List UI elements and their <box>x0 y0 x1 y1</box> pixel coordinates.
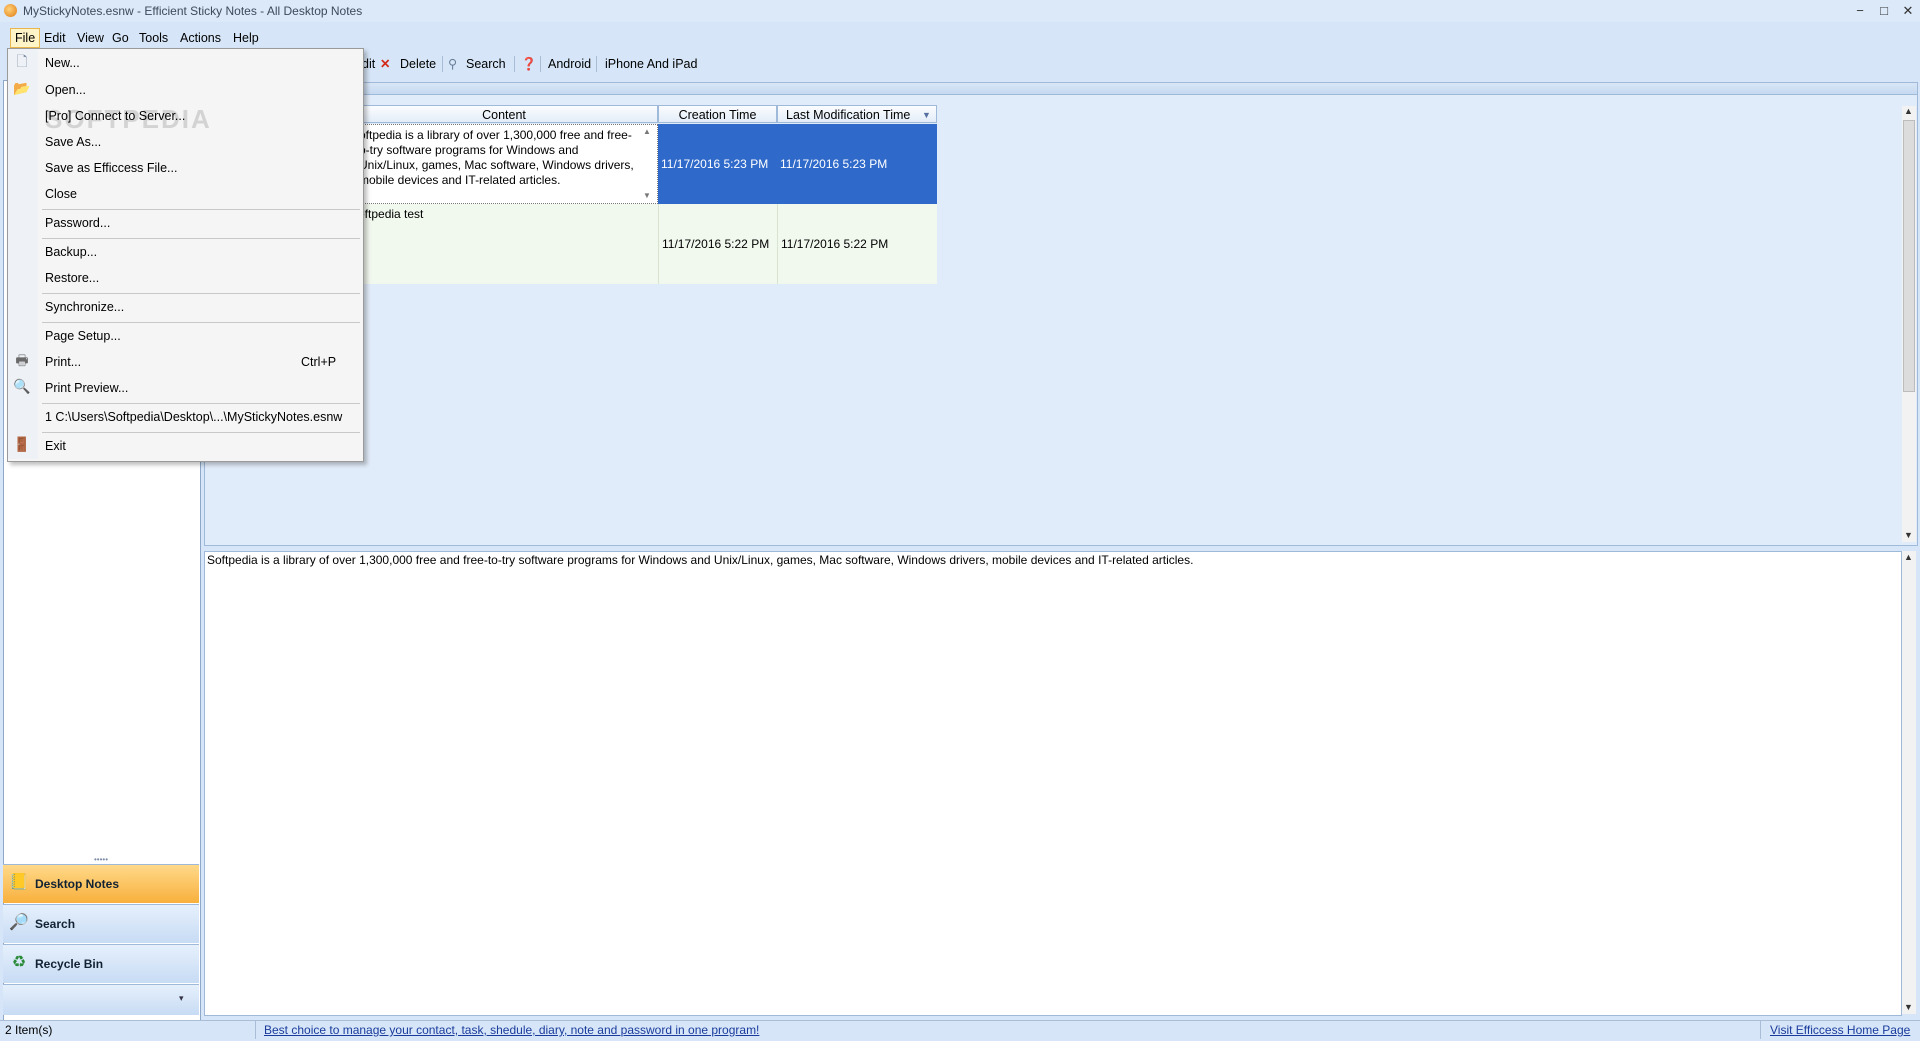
creation-time-cell[interactable]: 11/17/2016 5:23 PM <box>658 124 777 204</box>
menu-save-as[interactable]: Save As... <box>45 131 101 153</box>
status-separator <box>255 1021 256 1039</box>
toolbar-separator <box>514 56 515 72</box>
pane-splitter[interactable]: ••••• <box>3 856 199 864</box>
promo-link[interactable]: Best choice to manage your contact, task… <box>264 1023 759 1037</box>
menu-view[interactable]: View <box>73 28 108 48</box>
menu-exit[interactable]: Exit <box>45 435 66 457</box>
open-folder-icon: 📂 <box>13 80 31 96</box>
nav-desktop-notes[interactable]: 📒 Desktop Notes <box>3 864 199 903</box>
search-icon: ⚲ <box>448 57 458 71</box>
menu-recent-file[interactable]: 1 C:\Users\Softpedia\Desktop\...\MyStick… <box>45 406 342 428</box>
content-line: Unix/Linux, games, Mac software, Windows… <box>359 158 634 172</box>
app-icon <box>4 4 17 17</box>
menu-restore[interactable]: Restore... <box>45 267 99 289</box>
column-header-content[interactable]: Content <box>350 105 658 123</box>
print-preview-icon: 🔍 <box>13 378 31 394</box>
sort-arrow-icon: ▼ <box>922 110 931 120</box>
menu-synchronize[interactable]: Synchronize... <box>45 296 124 318</box>
menu-icon-gutter <box>8 49 38 459</box>
toolbar-separator <box>442 56 443 72</box>
menu-separator <box>42 322 360 323</box>
column-header-creation-time[interactable]: Creation Time <box>658 105 777 123</box>
menu-open[interactable]: Open... <box>45 79 86 101</box>
menu-help[interactable]: Help <box>229 28 263 48</box>
nav-search[interactable]: 🔎 Search <box>3 904 199 943</box>
home-page-link[interactable]: Visit Efficcess Home Page <box>1770 1023 1910 1037</box>
android-button[interactable]: Android <box>548 53 591 75</box>
preview-text: Softpedia is a library of over 1,300,000… <box>207 553 1194 567</box>
toolbar-separator <box>540 56 541 72</box>
nav-more[interactable]: ▾ <box>3 984 199 1015</box>
table-row[interactable]: oftpedia is a library of over 1,300,000 … <box>350 124 658 204</box>
scroll-up-arrow-icon[interactable]: ▲ <box>1904 552 1913 562</box>
menu-separator <box>42 403 360 404</box>
menu-print[interactable]: Print... <box>45 351 81 373</box>
content-line: o-try software programs for Windows and <box>359 143 579 157</box>
menu-actions[interactable]: Actions <box>176 28 225 48</box>
menu-edit[interactable]: Edit <box>40 28 70 48</box>
menu-separator <box>42 238 360 239</box>
column-header-modification-time[interactable]: Last Modification Time ▼ <box>777 105 937 123</box>
search-icon: 🔎 <box>9 914 29 931</box>
iphone-ipad-button[interactable]: iPhone And iPad <box>605 53 697 75</box>
chevron-down-icon: ▾ <box>179 993 184 1003</box>
menu-file[interactable]: File <box>10 28 41 48</box>
scroll-up-icon[interactable]: ▲ <box>643 127 651 136</box>
content-line: oftpedia is a library of over 1,300,000 … <box>359 128 632 142</box>
item-count: 2 Item(s) <box>5 1023 53 1037</box>
print-shortcut: Ctrl+P <box>301 355 337 369</box>
toolbar: dit ✕ Delete ⚲ Search ❓ Android iPhone A… <box>350 53 700 75</box>
menu-bar: File Edit View Go Tools Actions Help <box>0 28 1920 48</box>
scroll-up-arrow-icon[interactable]: ▲ <box>1904 106 1913 116</box>
note-preview[interactable] <box>204 551 1902 1016</box>
table-row[interactable]: oftpedia test <box>350 204 658 284</box>
creation-time-cell[interactable]: 11/17/2016 5:22 PM <box>658 204 777 284</box>
toolbar-separator <box>596 56 597 72</box>
new-file-icon: 🗋 <box>16 53 28 69</box>
menu-connect-server[interactable]: [Pro] Connect to Server... <box>45 105 185 127</box>
note-content: oftpedia is a library of over 1,300,000 … <box>359 128 634 188</box>
nav-recycle-bin[interactable]: ♻ Recycle Bin <box>3 944 199 983</box>
delete-button[interactable]: Delete <box>400 53 436 75</box>
menu-separator <box>42 209 360 210</box>
menu-print-preview[interactable]: Print Preview... <box>45 377 128 399</box>
menu-new[interactable]: New... <box>45 52 80 74</box>
nav-label: Recycle Bin <box>35 957 104 971</box>
status-separator <box>1760 1021 1761 1039</box>
menu-separator <box>42 293 360 294</box>
menu-password[interactable]: Password... <box>45 212 110 234</box>
scroll-down-icon[interactable]: ▼ <box>643 191 651 200</box>
modification-time-cell[interactable]: 11/17/2016 5:23 PM <box>777 124 937 204</box>
menu-tools[interactable]: Tools <box>135 28 172 48</box>
delete-icon: ✕ <box>380 57 391 71</box>
note-content: oftpedia test <box>358 207 424 221</box>
preview-scrollbar[interactable] <box>1902 551 1916 1014</box>
close-button[interactable]: ✕ <box>1894 0 1920 22</box>
menu-go[interactable]: Go <box>108 28 133 48</box>
menu-separator <box>42 432 360 433</box>
nav-label: Search <box>35 917 76 931</box>
modification-time-cell[interactable]: 11/17/2016 5:22 PM <box>777 204 937 284</box>
menu-page-setup[interactable]: Page Setup... <box>45 325 121 347</box>
exit-icon: 🚪 <box>13 436 31 452</box>
nav-label: Desktop Notes <box>35 877 120 891</box>
content-line: mobile devices and IT-related articles. <box>359 173 561 187</box>
search-button[interactable]: Search <box>466 53 506 75</box>
help-icon[interactable]: ❓ <box>521 53 537 75</box>
column-header-label: Last Modification Time <box>786 108 911 122</box>
menu-save-efficcess[interactable]: Save as Efficcess File... <box>45 157 177 179</box>
printer-icon: 🖶 <box>15 352 29 368</box>
notes-icon: 📒 <box>9 874 29 891</box>
scroll-down-arrow-icon[interactable]: ▼ <box>1904 1002 1913 1012</box>
menu-backup[interactable]: Backup... <box>45 241 97 263</box>
scroll-down-arrow-icon[interactable]: ▼ <box>1904 530 1913 540</box>
window-title: MyStickyNotes.esnw - Efficient Sticky No… <box>23 4 363 18</box>
scrollbar-thumb[interactable] <box>1903 120 1915 392</box>
menu-close[interactable]: Close <box>45 183 77 205</box>
recycle-icon: ♻ <box>11 954 27 971</box>
